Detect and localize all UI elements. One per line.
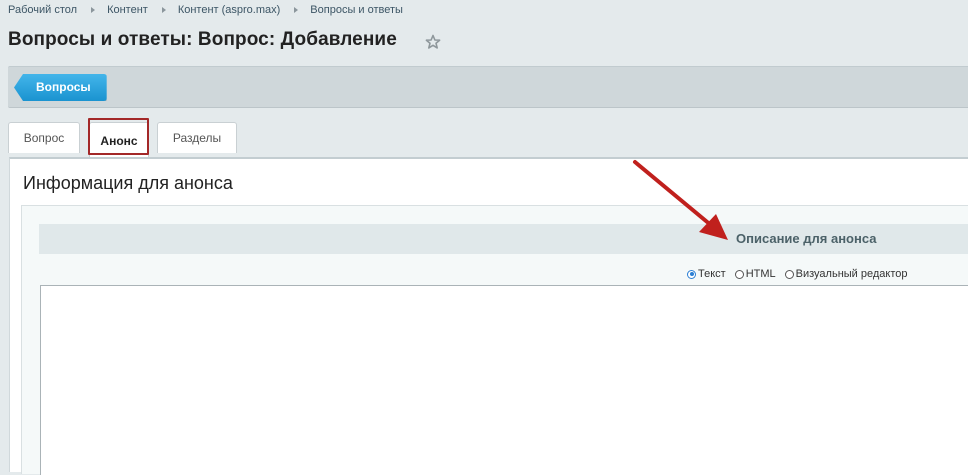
tab-content-panel: Информация для анонса Описание для анонс… — [9, 157, 968, 475]
breadcrumb: Рабочий стол Контент Контент (aspro.max)… — [8, 3, 403, 17]
tab-question[interactable]: Вопрос — [8, 122, 80, 153]
section-title: Информация для анонса — [23, 173, 233, 193]
tab-label: Анонс — [100, 133, 138, 148]
format-radio-text[interactable]: Текст — [687, 268, 726, 280]
breadcrumb-item-desktop[interactable]: Рабочий стол — [8, 4, 77, 16]
tab-announcement[interactable]: Анонс — [89, 122, 149, 158]
radio-label: Текст — [698, 268, 726, 280]
radio-checked-icon[interactable] — [687, 269, 696, 279]
field-header: Описание для анонса — [39, 224, 968, 254]
radio-icon[interactable] — [734, 269, 744, 279]
radio-label: HTML — [745, 268, 776, 280]
announcement-description-label: Описание для анонса — [736, 231, 877, 246]
tab-label: Вопрос — [23, 131, 65, 145]
tab-sections[interactable]: Разделы — [157, 122, 237, 153]
tab-label: Разделы — [172, 131, 222, 145]
breadcrumb-separator-icon — [161, 7, 166, 13]
format-radio-group: Текст HTML Визуальный редактор — [687, 268, 917, 280]
field-container: Описание для анонса Текст HTML Визуальны… — [21, 205, 968, 475]
breadcrumb-item-content[interactable]: Контент — [107, 4, 148, 16]
breadcrumb-item-questions[interactable]: Вопросы и ответы — [310, 4, 403, 16]
radio-icon[interactable] — [784, 269, 794, 279]
page-title: Вопросы и ответы: Вопрос: Добавление — [8, 29, 397, 50]
star-icon[interactable] — [425, 34, 441, 50]
format-radio-html[interactable]: HTML — [734, 268, 776, 280]
breadcrumb-separator-icon — [91, 7, 96, 13]
toolbar: Вопросы — [8, 66, 968, 108]
breadcrumb-separator-icon — [294, 7, 299, 13]
breadcrumb-item-aspro-content[interactable]: Контент (aspro.max) — [178, 4, 280, 16]
radio-label: Визуальный редактор — [795, 268, 908, 280]
format-radio-visual-editor[interactable]: Визуальный редактор — [784, 268, 908, 280]
back-to-questions-button[interactable]: Вопросы — [14, 74, 107, 101]
announcement-description-textarea[interactable] — [40, 285, 968, 475]
